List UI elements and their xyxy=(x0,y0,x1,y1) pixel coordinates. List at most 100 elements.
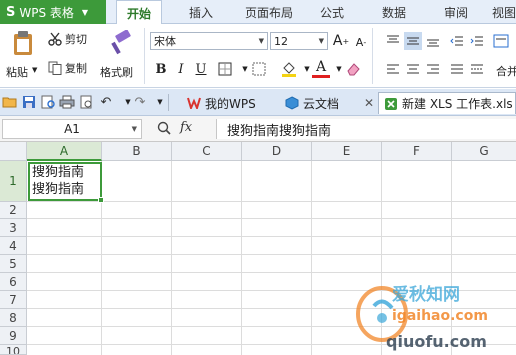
undo-icon[interactable]: ↶ xyxy=(98,94,114,110)
font-name-value: 宋体 xyxy=(154,35,176,48)
column-header-c[interactable]: C xyxy=(172,142,242,161)
paste-button[interactable]: 粘贴 ▼ xyxy=(4,28,44,84)
ribbon: 粘贴 ▼ 剪切 复制 格式刷 宋体 ▼ 12 ▼ A+ A- B I U ▼ xyxy=(0,24,516,88)
zoom-search-icon[interactable] xyxy=(156,120,172,138)
grid-line xyxy=(27,236,516,237)
tab-formulas[interactable]: 公式 xyxy=(312,0,352,24)
grow-font-button[interactable]: A + xyxy=(332,32,350,50)
grid-icon xyxy=(252,62,266,76)
row-header-9[interactable]: 9 xyxy=(0,327,27,345)
tab-review[interactable]: 审阅 xyxy=(436,0,476,24)
row-header-8[interactable]: 8 xyxy=(0,309,27,327)
select-all-corner[interactable] xyxy=(0,142,27,161)
row-header-5[interactable]: 5 xyxy=(0,255,27,273)
row-header-7[interactable]: 7 xyxy=(0,291,27,309)
font-color-button[interactable]: A xyxy=(312,58,330,78)
align-top-icon xyxy=(387,35,399,43)
name-box[interactable]: A1 ▼ xyxy=(2,119,142,139)
align-right-icon xyxy=(427,64,439,74)
formula-input[interactable]: 搜狗指南搜狗指南 xyxy=(216,119,516,139)
copy-label: 复制 xyxy=(65,62,87,75)
copy-button[interactable]: 复制 xyxy=(48,59,96,77)
align-left-button[interactable] xyxy=(384,60,402,78)
watermark: 爱秋知网 igaihao.com qiuofu.com xyxy=(352,272,516,355)
doc-tab-active[interactable]: 新建 XLS 工作表.xls * xyxy=(378,92,516,114)
print-icon[interactable] xyxy=(59,94,75,110)
align-right-button[interactable] xyxy=(424,60,442,78)
print-preview-icon[interactable] xyxy=(40,94,56,110)
scissors-icon xyxy=(48,32,62,46)
chevron-down-icon[interactable]: ▼ xyxy=(152,94,168,110)
underline-button[interactable]: U xyxy=(192,60,210,78)
font-name-select[interactable]: 宋体 ▼ xyxy=(150,32,268,50)
cell-a1-line: 搜狗指南 xyxy=(32,182,85,197)
fill-handle[interactable] xyxy=(98,197,104,203)
distribute-icon xyxy=(471,64,483,74)
align-bottom-icon xyxy=(427,39,439,47)
cut-button[interactable]: 剪切 xyxy=(48,30,96,48)
cell-a1-line: 搜狗指南 xyxy=(32,165,85,180)
save-icon[interactable] xyxy=(21,94,37,110)
align-top-button[interactable] xyxy=(384,32,402,50)
tab-page-layout[interactable]: 页面布局 xyxy=(238,0,300,24)
tab-home[interactable]: 开始 xyxy=(116,0,162,25)
format-painter-button[interactable]: 格式刷 xyxy=(100,28,140,84)
doc-tab-my-wps[interactable]: 我的WPS xyxy=(182,92,261,114)
border-icon xyxy=(218,62,232,76)
merge-style-button[interactable] xyxy=(250,60,268,78)
tab-insert[interactable]: 插入 xyxy=(178,0,224,24)
font-size-select[interactable]: 12 ▼ xyxy=(270,32,328,50)
align-bottom-button[interactable] xyxy=(424,32,442,50)
column-header-d[interactable]: D xyxy=(242,142,312,161)
doc-tab-label: 云文档 xyxy=(303,96,340,111)
align-left-icon xyxy=(387,64,399,74)
decrease-indent-button[interactable] xyxy=(448,32,466,50)
tab-view[interactable]: 视图 xyxy=(492,0,516,24)
app-name: WPS 表格 xyxy=(19,5,74,20)
column-header-b[interactable]: B xyxy=(102,142,172,161)
row-header-1[interactable]: 1 xyxy=(0,161,27,202)
menu-bar: S WPS 表格 ▼ 开始 插入 页面布局 公式 数据 审阅 视图 xyxy=(0,0,516,25)
align-center-button[interactable] xyxy=(404,60,422,78)
app-menu-button[interactable]: S WPS 表格 ▼ xyxy=(0,0,106,24)
quick-access-bar: ↶ ▼ ↷ ▼ 我的WPS 云文档 ✕ 新建 XLS 工作表.xls * xyxy=(0,89,516,116)
insert-function-button[interactable]: fx xyxy=(180,120,192,135)
export-pdf-icon[interactable] xyxy=(78,94,94,110)
open-folder-icon[interactable] xyxy=(2,94,18,110)
doc-tab-cloud[interactable]: 云文档 xyxy=(280,92,344,114)
merge-center-label[interactable]: 合并 xyxy=(496,63,516,79)
row-header-2[interactable]: 2 xyxy=(0,202,27,219)
wrap-text-button[interactable] xyxy=(492,32,510,50)
row-header-3[interactable]: 3 xyxy=(0,219,27,237)
align-center-icon xyxy=(407,64,419,74)
brush-icon xyxy=(110,30,132,56)
cell-a1[interactable]: 搜狗指南 搜狗指南 xyxy=(28,162,104,203)
chevron-down-icon: ▼ xyxy=(131,125,137,133)
watermark-title: 爱秋知网 xyxy=(392,285,460,305)
column-header-e[interactable]: E xyxy=(312,142,382,161)
row-header-6[interactable]: 6 xyxy=(0,273,27,291)
ribbon-divider xyxy=(372,28,373,84)
wps-icon xyxy=(187,97,201,109)
shrink-font-button[interactable]: A- xyxy=(352,33,370,51)
column-header-a[interactable]: A xyxy=(27,142,102,161)
italic-button[interactable]: I xyxy=(172,60,190,78)
cell-reference: A1 xyxy=(64,122,80,136)
align-middle-button[interactable] xyxy=(404,32,422,50)
cut-label: 剪切 xyxy=(65,33,87,46)
redo-icon[interactable]: ↷ xyxy=(132,94,148,110)
increase-indent-button[interactable] xyxy=(468,32,486,50)
column-header-f[interactable]: F xyxy=(382,142,452,161)
close-icon[interactable]: ✕ xyxy=(364,96,374,110)
border-button[interactable] xyxy=(216,60,234,78)
tab-data[interactable]: 数据 xyxy=(374,0,414,24)
row-header-10[interactable]: 10 xyxy=(0,345,27,355)
fill-color-button[interactable] xyxy=(280,60,298,78)
bold-button[interactable]: B xyxy=(152,60,170,78)
row-header-4[interactable]: 4 xyxy=(0,237,27,255)
column-header-g[interactable]: G xyxy=(452,142,516,161)
distributed-align-button[interactable] xyxy=(468,60,486,78)
chevron-down-icon: ▼ xyxy=(81,7,89,17)
justify-button[interactable] xyxy=(448,60,466,78)
clear-format-button[interactable] xyxy=(344,60,362,78)
